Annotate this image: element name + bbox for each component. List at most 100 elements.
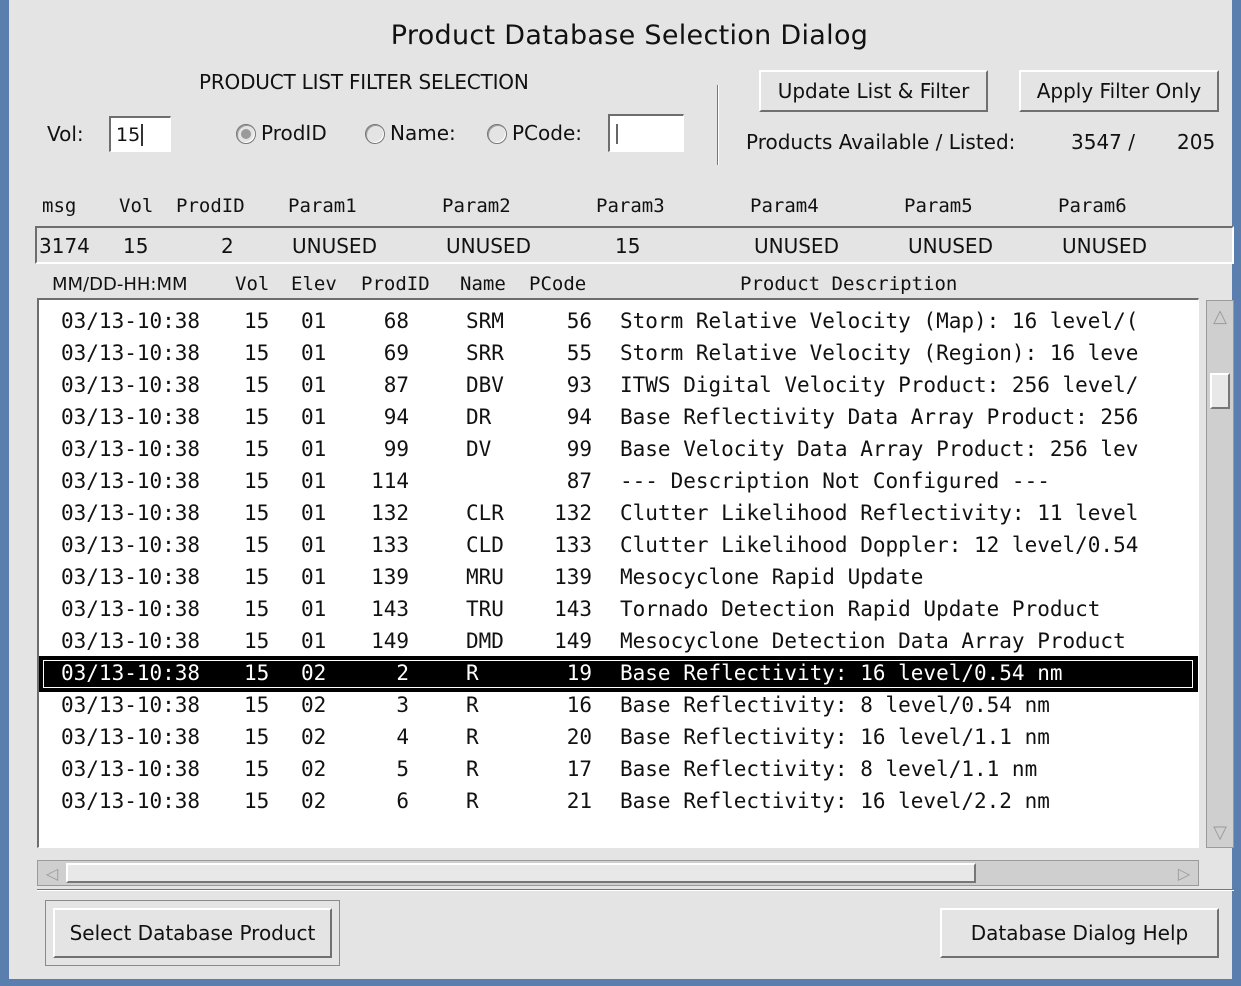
table-row[interactable]: 03/13-10:38 15 01 133 CLD 133 Clutter Likeliho… bbox=[39, 530, 1197, 562]
row-pcode: 143 bbox=[554, 597, 592, 621]
param3-value: 15 bbox=[615, 234, 641, 258]
row-description: Tornado Detection Rapid Update Product bbox=[620, 597, 1101, 621]
horizontal-scroll-thumb[interactable] bbox=[66, 863, 976, 883]
row-elev: 01 bbox=[301, 309, 327, 333]
horizontal-scrollbar[interactable]: ◁ ▷ bbox=[37, 860, 1199, 886]
filter-section-label: PRODUCT LIST FILTER SELECTION bbox=[199, 70, 529, 94]
param4-value: UNUSED bbox=[754, 234, 839, 258]
triangle-right-icon[interactable]: ▷ bbox=[1171, 861, 1197, 885]
row-pcode: 139 bbox=[554, 565, 592, 589]
row-vol: 15 bbox=[244, 693, 270, 717]
table-row[interactable]: 03/13-10:38 15 02 3 R 16 Base Reflectivity: 8 … bbox=[39, 690, 1197, 722]
radio-pcode[interactable] bbox=[487, 124, 507, 144]
database-dialog-help-button[interactable]: Database Dialog Help bbox=[940, 908, 1219, 958]
row-elev: 01 bbox=[301, 437, 327, 461]
row-prodid: 4 bbox=[396, 725, 409, 749]
vol-input-value: 15 bbox=[116, 123, 141, 146]
row-pcode: 149 bbox=[554, 629, 592, 653]
apply-filter-only-button[interactable]: Apply Filter Only bbox=[1019, 70, 1219, 112]
row-elev: 02 bbox=[301, 693, 327, 717]
dialog-title: Product Database Selection Dialog bbox=[390, 20, 869, 51]
row-vol: 15 bbox=[244, 661, 270, 685]
row-datetime: 03/13-10:38 bbox=[61, 309, 201, 333]
param-header-param4: Param4 bbox=[750, 195, 819, 217]
triangle-down-icon[interactable]: ▽ bbox=[1209, 819, 1231, 845]
update-list-filter-button[interactable]: Update List & Filter bbox=[759, 70, 988, 112]
radio-prodid[interactable] bbox=[236, 124, 256, 144]
list-header-prodid: ProdID bbox=[361, 273, 430, 295]
table-row[interactable]: 03/13-10:38 15 01 99 DV 99 Base Velocity Data … bbox=[39, 434, 1197, 466]
table-row[interactable]: 03/13-10:38 15 02 5 R 17 Base Reflectivity: 8 … bbox=[39, 754, 1197, 786]
table-row[interactable]: 03/13-10:38 15 01 139 MRU 139 Mesocyclone Rapi… bbox=[39, 562, 1197, 594]
row-name: TRU bbox=[466, 597, 504, 621]
row-elev: 01 bbox=[301, 405, 327, 429]
table-row[interactable]: 03/13-10:38 15 02 4 R 20 Base Reflectivity: 16… bbox=[39, 722, 1197, 754]
row-description: Storm Relative Velocity (Region): 16 lev… bbox=[620, 341, 1139, 365]
param-values-box: 3174 15 2 UNUSED UNUSED 15 UNUSED UNUSED… bbox=[35, 226, 1234, 264]
row-vol: 15 bbox=[244, 405, 270, 429]
table-row[interactable]: 03/13-10:38 15 01 68 SRM 56 Storm Relative Vel… bbox=[39, 306, 1197, 338]
row-name: DR bbox=[466, 405, 492, 429]
row-name: SRR bbox=[466, 341, 504, 365]
row-prodid: 87 bbox=[383, 373, 409, 397]
vol-input[interactable]: 15 bbox=[109, 116, 171, 152]
row-prodid: 139 bbox=[371, 565, 409, 589]
row-vol: 15 bbox=[244, 309, 270, 333]
table-row[interactable]: 03/13-10:38 15 01 149 DMD 149 Mesocyclone Dete… bbox=[39, 626, 1197, 658]
param1-value: UNUSED bbox=[292, 234, 377, 258]
vertical-scroll-thumb[interactable] bbox=[1210, 373, 1230, 409]
triangle-up-icon[interactable]: △ bbox=[1209, 303, 1231, 329]
row-pcode: 99 bbox=[566, 437, 592, 461]
row-datetime: 03/13-10:38 bbox=[61, 373, 201, 397]
row-prodid: 5 bbox=[396, 757, 409, 781]
param-header-vol: Vol bbox=[119, 195, 154, 217]
param6-value: UNUSED bbox=[1062, 234, 1147, 258]
row-elev: 01 bbox=[301, 373, 327, 397]
row-prodid: 114 bbox=[371, 469, 409, 493]
table-row[interactable]: 03/13-10:38 15 01 94 DR 94 Base Reflectivity D… bbox=[39, 402, 1197, 434]
row-vol: 15 bbox=[244, 437, 270, 461]
list-header-description: Product Description bbox=[740, 273, 958, 295]
row-prodid: 132 bbox=[371, 501, 409, 525]
list-header-vol: Vol bbox=[235, 273, 270, 295]
table-row-selected[interactable]: 03/13-10:38 15 02 2 R 19 Base Reflectivity: 16… bbox=[39, 656, 1198, 692]
row-vol: 15 bbox=[244, 501, 270, 525]
row-description: Base Reflectivity: 16 level/2.2 nm bbox=[620, 789, 1050, 813]
row-prodid: 94 bbox=[383, 405, 409, 429]
table-row[interactable]: 03/13-10:38 15 02 6 R 21 Base Reflectivity: 16… bbox=[39, 786, 1197, 818]
row-description: Clutter Likelihood Doppler: 12 level/0.5… bbox=[620, 533, 1139, 557]
row-elev: 01 bbox=[301, 533, 327, 557]
row-description: Mesocyclone Detection Data Array Product bbox=[620, 629, 1126, 653]
row-vol: 15 bbox=[244, 565, 270, 589]
radio-name[interactable] bbox=[365, 124, 385, 144]
row-prodid: 69 bbox=[383, 341, 409, 365]
row-name: SRM bbox=[466, 309, 504, 333]
table-row[interactable]: 03/13-10:38 15 01 114 87 --- Description Not … bbox=[39, 466, 1197, 498]
table-row[interactable]: 03/13-10:38 15 01 69 SRR 55 Storm Relative Vel… bbox=[39, 338, 1197, 370]
table-row[interactable]: 03/13-10:38 15 01 87 DBV 93 ITWS Digital Veloc… bbox=[39, 370, 1197, 402]
pcode-input[interactable] bbox=[608, 114, 684, 152]
row-datetime: 03/13-10:38 bbox=[61, 725, 201, 749]
select-database-product-button[interactable]: Select Database Product bbox=[53, 908, 332, 958]
row-pcode: 20 bbox=[566, 725, 592, 749]
vol-label: Vol: bbox=[47, 122, 84, 146]
param5-value: UNUSED bbox=[908, 234, 993, 258]
text-cursor bbox=[141, 123, 144, 146]
row-prodid: 149 bbox=[371, 629, 409, 653]
list-header-elev: Elev bbox=[291, 273, 337, 295]
row-datetime: 03/13-10:38 bbox=[61, 661, 201, 685]
row-description: Clutter Likelihood Reflectivity: 11 leve… bbox=[620, 501, 1139, 525]
product-list[interactable]: 03/13-10:38 15 01 68 SRM 56 Storm Relative Vel… bbox=[37, 298, 1199, 848]
row-description: --- Description Not Configured --- bbox=[620, 469, 1050, 493]
table-row[interactable]: 03/13-10:38 15 01 132 CLR 132 Clutter Likeliho… bbox=[39, 498, 1197, 530]
row-prodid: 133 bbox=[371, 533, 409, 557]
row-description: Base Reflectivity: 8 level/1.1 nm bbox=[620, 757, 1038, 781]
table-row[interactable]: 03/13-10:38 15 01 143 TRU 143 Tornado Detectio… bbox=[39, 594, 1197, 626]
vertical-divider bbox=[717, 85, 719, 165]
radio-pcode-label: PCode: bbox=[512, 121, 582, 145]
vertical-scrollbar[interactable]: △ ▽ bbox=[1206, 300, 1234, 848]
row-datetime: 03/13-10:38 bbox=[61, 565, 201, 589]
row-pcode: 94 bbox=[566, 405, 592, 429]
triangle-left-icon[interactable]: ◁ bbox=[39, 861, 65, 885]
row-name: R bbox=[466, 725, 479, 749]
